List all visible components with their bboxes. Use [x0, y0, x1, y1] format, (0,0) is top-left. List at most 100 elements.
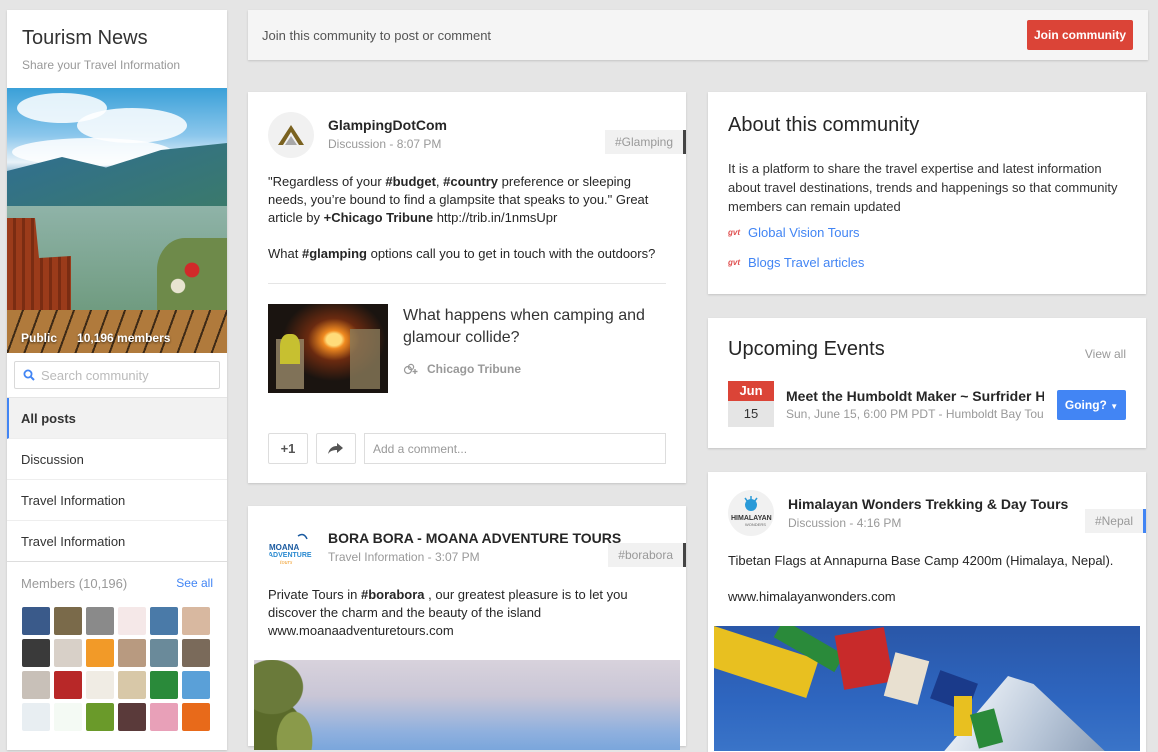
member-avatar[interactable]	[54, 703, 82, 731]
svg-text:ADVENTURE: ADVENTURE	[268, 552, 312, 559]
member-avatar[interactable]	[150, 607, 178, 635]
join-banner: Join this community to post or comment J…	[248, 10, 1148, 60]
post-image[interactable]	[714, 626, 1140, 751]
link-preview-source[interactable]: Chicago Tribune	[403, 362, 521, 376]
svg-text:MOANA: MOANA	[269, 543, 299, 552]
member-avatar[interactable]	[54, 639, 82, 667]
post-image[interactable]	[254, 660, 680, 750]
author-avatar[interactable]: HIMALAYAN WONDERS	[728, 490, 774, 536]
community-sidebar: Tourism News Share your Travel Informati…	[7, 10, 227, 750]
members-header: Members (10,196) See all	[21, 576, 213, 591]
category-nav: All posts Discussion Travel Information …	[7, 397, 227, 562]
post-hashtag[interactable]: #Glamping	[604, 130, 686, 154]
member-avatar[interactable]	[150, 703, 178, 731]
post-card: GlampingDotCom Discussion - 8:07 PM #Gla…	[248, 92, 686, 483]
link-preview-image[interactable]	[268, 304, 388, 393]
members-count: 10,196 members	[77, 331, 171, 345]
member-avatar[interactable]	[118, 607, 146, 635]
member-avatar[interactable]	[118, 639, 146, 667]
post-actions: +1	[268, 433, 666, 464]
member-avatar[interactable]	[182, 607, 210, 635]
member-avatar[interactable]	[86, 703, 114, 731]
mention-link[interactable]: +Chicago Tribune	[324, 210, 433, 225]
community-cover-image: Public 10,196 members	[7, 88, 227, 353]
nav-item-all-posts[interactable]: All posts	[7, 398, 227, 439]
url-link[interactable]: www.himalayanwonders.com	[728, 589, 896, 604]
member-avatar[interactable]	[118, 671, 146, 699]
community-subtitle: Share your Travel Information	[22, 58, 181, 72]
about-link-global-vision-tours[interactable]: gvt Global Vision Tours	[728, 225, 860, 240]
comment-input[interactable]	[364, 433, 666, 464]
nav-item-travel-information-2[interactable]: Travel Information	[7, 521, 227, 562]
members-label: Members (10,196)	[21, 576, 128, 591]
url-link[interactable]: www.moanaadventuretours.com	[268, 623, 454, 638]
author-avatar[interactable]	[268, 112, 314, 158]
see-all-members-link[interactable]: See all	[176, 576, 213, 591]
post-card: MOANA ADVENTURE tours BORA BORA - MOANA AD…	[248, 506, 686, 750]
search-community-field[interactable]	[14, 361, 220, 389]
member-avatar[interactable]	[86, 607, 114, 635]
member-avatar[interactable]	[22, 703, 50, 731]
member-avatar[interactable]	[150, 639, 178, 667]
divider	[268, 283, 666, 284]
event-details: Sun, June 15, 6:00 PM PDT - Humboldt Bay…	[786, 407, 1044, 421]
member-avatar[interactable]	[182, 671, 210, 699]
going-rsvp-button[interactable]: Going? ▼	[1057, 390, 1126, 420]
member-avatar[interactable]	[22, 639, 50, 667]
join-prompt: Join this community to post or comment	[262, 28, 492, 43]
nav-item-discussion[interactable]: Discussion	[7, 439, 227, 480]
post-time[interactable]: 4:16 PM	[857, 516, 902, 530]
about-title: About this community	[728, 114, 920, 136]
event-title[interactable]: Meet the Humboldt Maker ~ Surfrider Humb…	[786, 388, 1044, 404]
member-avatar[interactable]	[150, 671, 178, 699]
post-category[interactable]: Discussion	[328, 137, 386, 151]
hashtag-link[interactable]: #budget	[385, 174, 436, 189]
member-avatar[interactable]	[182, 703, 210, 731]
member-avatar[interactable]	[54, 671, 82, 699]
post-category[interactable]: Travel Information	[328, 550, 424, 564]
post-meta: Travel Information - 3:07 PM	[328, 550, 480, 564]
visibility-label: Public	[21, 331, 58, 345]
member-avatar[interactable]	[86, 639, 114, 667]
nav-item-travel-information[interactable]: Travel Information	[7, 480, 227, 521]
search-input[interactable]	[41, 367, 201, 383]
hashtag-link[interactable]: #borabora	[361, 587, 425, 602]
member-avatar[interactable]	[22, 607, 50, 635]
community-title: Tourism News	[22, 27, 148, 49]
post-time[interactable]: 3:07 PM	[435, 550, 480, 564]
link-preview-title[interactable]: What happens when camping and glamour co…	[403, 305, 663, 349]
svg-text:tours: tours	[280, 560, 293, 566]
post-author[interactable]: Himalayan Wonders Trekking & Day Tours	[788, 496, 1068, 512]
caret-down-icon: ▼	[1110, 402, 1119, 411]
url-link[interactable]: http://trib.in/1nmsUpr	[433, 210, 558, 225]
post-hashtag[interactable]: #Nepal	[1084, 509, 1146, 533]
member-avatar[interactable]	[54, 607, 82, 635]
join-community-button[interactable]: Join community	[1027, 20, 1133, 50]
post-time[interactable]: 8:07 PM	[397, 137, 442, 151]
post-category[interactable]: Discussion	[788, 516, 846, 530]
post-hashtag[interactable]: #borabora	[608, 543, 686, 567]
member-avatar[interactable]	[22, 671, 50, 699]
add-to-circles-icon	[403, 363, 418, 375]
plus-one-button[interactable]: +1	[268, 433, 308, 464]
share-button[interactable]	[316, 433, 356, 464]
about-link-blogs-travel-articles[interactable]: gvt Blogs Travel articles	[728, 255, 864, 270]
hashtag-link[interactable]: #glamping	[302, 246, 367, 261]
post-body: Private Tours in #borabora , our greates…	[268, 587, 628, 638]
hashtag-link[interactable]: #country	[443, 174, 498, 189]
post-card: HIMALAYAN WONDERS Himalayan Wonders Trekk…	[708, 472, 1146, 752]
post-author[interactable]: GlampingDotCom	[328, 117, 447, 133]
post-meta: Discussion - 8:07 PM	[328, 137, 442, 151]
member-avatar[interactable]	[86, 671, 114, 699]
share-arrow-icon	[328, 442, 343, 454]
post-body: Tibetan Flags at Annapurna Base Camp 420…	[728, 553, 1114, 604]
event-day: 15	[743, 406, 759, 421]
member-avatar[interactable]	[118, 703, 146, 731]
author-avatar[interactable]: MOANA ADVENTURE tours	[268, 524, 314, 570]
search-icon	[23, 369, 35, 381]
post-meta: Discussion - 4:16 PM	[788, 516, 902, 530]
post-author[interactable]: BORA BORA - MOANA ADVENTURE TOURS	[328, 530, 621, 546]
view-all-events-link[interactable]: View all	[1085, 347, 1126, 361]
about-description: It is a platform to share the travel exp…	[728, 161, 1118, 214]
member-avatar[interactable]	[182, 639, 210, 667]
